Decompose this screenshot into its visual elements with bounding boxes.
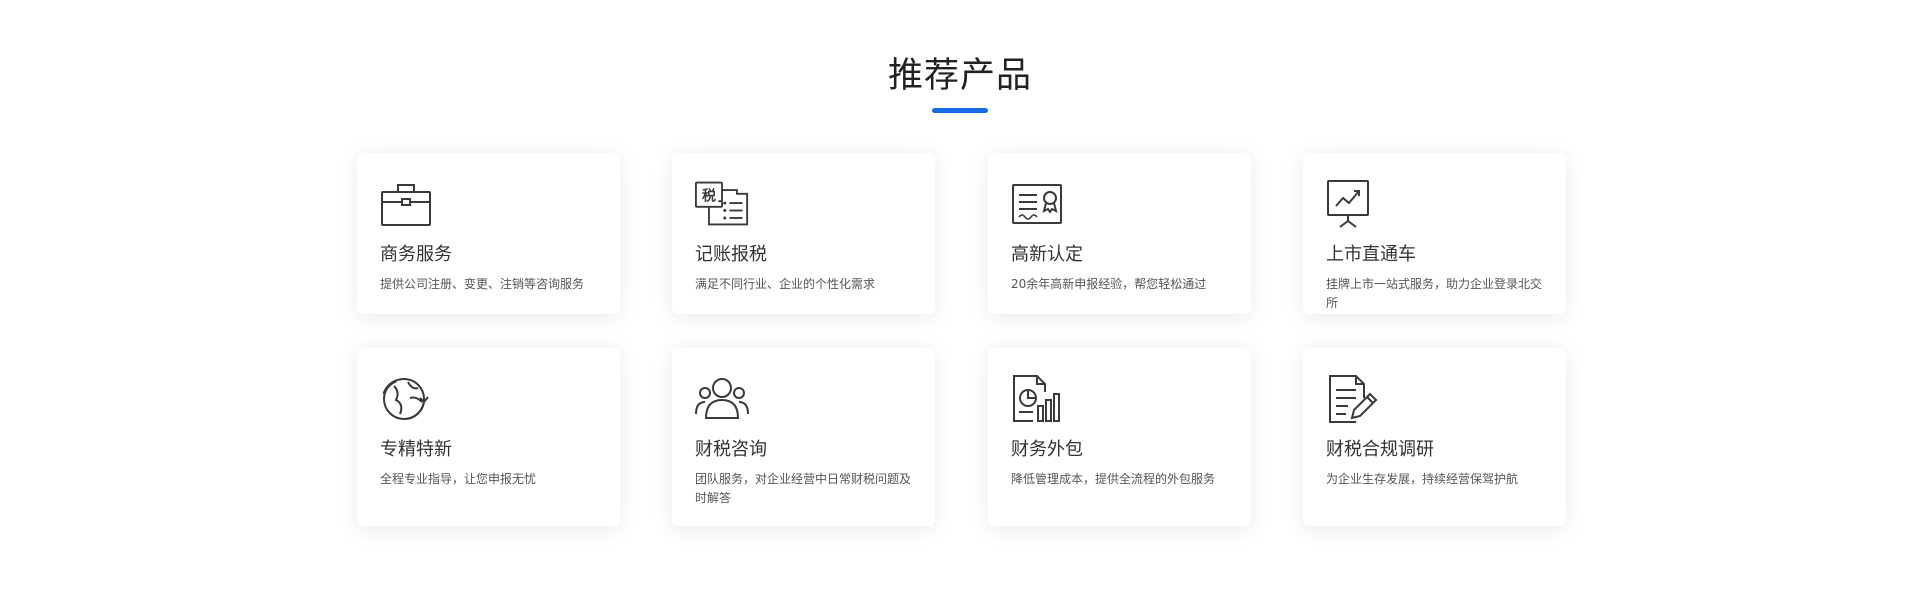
globe-refresh-icon: [380, 374, 434, 424]
card-description: 提供公司注册、变更、注销等咨询服务: [380, 277, 585, 291]
card-description: 为企业生存发展，持续经营保驾护航: [1326, 472, 1519, 486]
team-users-icon: [695, 374, 749, 424]
tax-document-icon: 税: [695, 179, 749, 229]
svg-text:税: 税: [702, 187, 716, 204]
title-underline: [932, 108, 988, 113]
card-description: 团队服务，对企业经营中日常财税问题及时解答: [695, 472, 912, 505]
product-card-high-tech-certification[interactable]: 高新认定 20余年高新申报经验，帮您轻松通过: [988, 153, 1251, 314]
product-card-finance-outsourcing[interactable]: 财务外包 降低管理成本，提供全流程的外包服务: [988, 348, 1251, 526]
certificate-icon: [1011, 179, 1065, 229]
card-title: 商务服务: [380, 244, 452, 265]
card-title: 财税合规调研: [1326, 439, 1434, 460]
product-card-business-service[interactable]: 商务服务 提供公司注册、变更、注销等咨询服务: [357, 153, 620, 314]
presentation-chart-icon: [1326, 179, 1380, 229]
card-description: 挂牌上市一站式服务，助力企业登录北交所: [1326, 277, 1543, 310]
product-card-ipo-express[interactable]: 上市直通车 挂牌上市一站式服务，助力企业登录北交所: [1303, 153, 1566, 314]
product-card-tax-compliance-research[interactable]: 财税合规调研 为企业生存发展，持续经营保驾护航: [1303, 348, 1566, 526]
card-description: 20余年高新申报经验，帮您轻松通过: [1011, 277, 1207, 291]
card-title: 高新认定: [1011, 244, 1083, 265]
section-title: 推荐产品: [887, 56, 1032, 96]
card-title: 财务外包: [1011, 439, 1083, 460]
report-chart-icon: [1011, 374, 1065, 424]
product-card-bookkeeping-tax[interactable]: 税 记账报税 满足不同行业、企业的个性化需求: [672, 153, 935, 314]
card-description: 全程专业指导，让您申报无忧: [380, 472, 537, 486]
briefcase-icon: [380, 179, 434, 229]
card-description: 降低管理成本，提供全流程的外包服务: [1011, 472, 1216, 486]
product-card-specialized-new[interactable]: 专精特新 全程专业指导，让您申报无忧: [357, 348, 620, 526]
card-title: 上市直通车: [1326, 244, 1416, 265]
card-title: 专精特新: [380, 439, 452, 460]
card-title: 记账报税: [695, 244, 767, 265]
product-card-tax-consulting[interactable]: 财税咨询 团队服务，对企业经营中日常财税问题及时解答: [672, 348, 935, 526]
card-title: 财税咨询: [695, 439, 767, 460]
card-description: 满足不同行业、企业的个性化需求: [695, 277, 876, 291]
document-edit-icon: [1326, 374, 1380, 424]
